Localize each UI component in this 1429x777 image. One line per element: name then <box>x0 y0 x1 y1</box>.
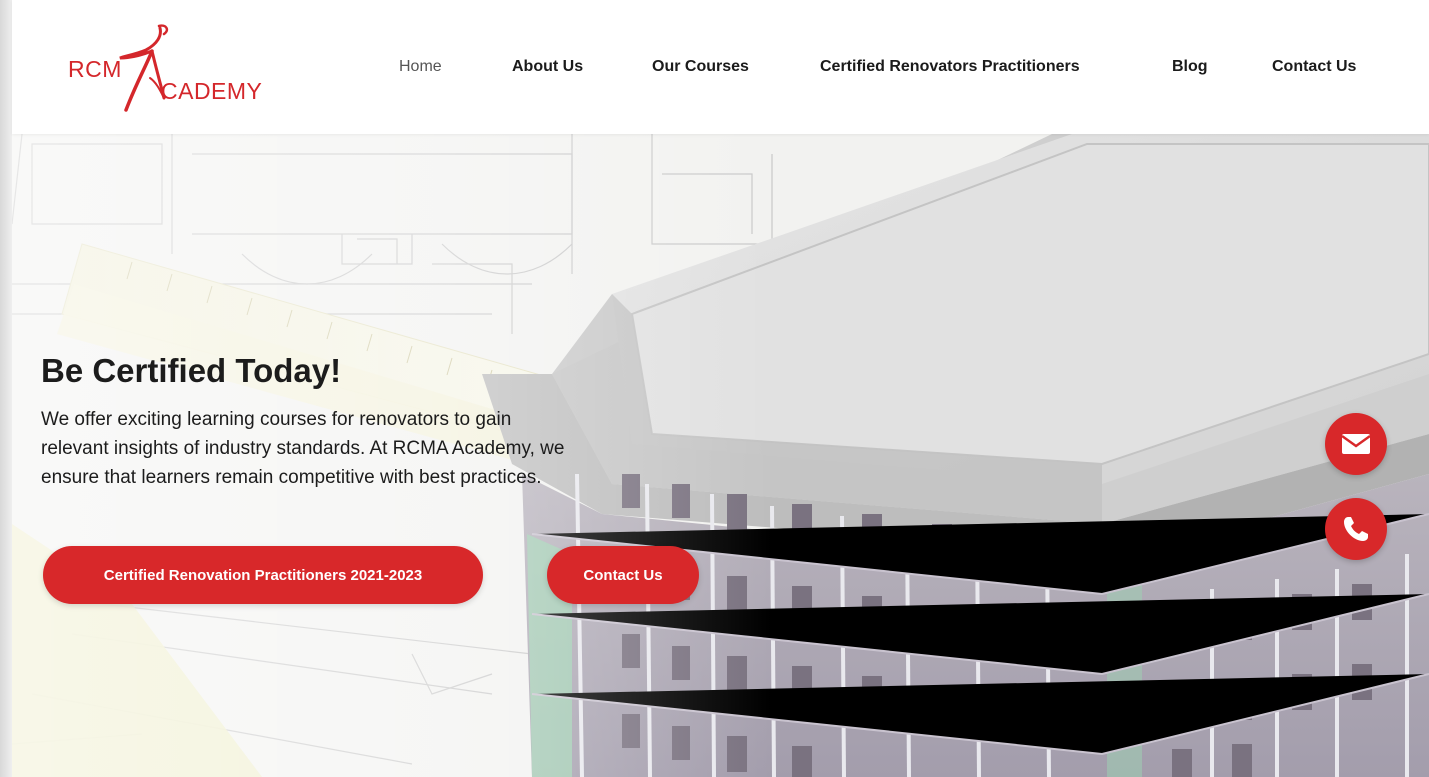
nav-certified-renovators-practitioners[interactable]: Certified Renovators Practitioners <box>820 58 1080 76</box>
hero-description-line: ensure that learners remain competitive … <box>41 467 542 488</box>
nav-blog[interactable]: Blog <box>1172 58 1208 76</box>
nav-contact-us[interactable]: Contact Us <box>1272 58 1356 76</box>
page: RCM CADEMY Home About Us Our Courses Cer… <box>0 0 1429 777</box>
hero-section: Be Certified Today! We offer exciting le… <box>12 134 1429 777</box>
hero-description: We offer exciting learning courses for r… <box>41 405 761 492</box>
nav-home[interactable]: Home <box>399 58 442 76</box>
email-float-button[interactable] <box>1325 413 1387 475</box>
phone-float-button[interactable] <box>1325 498 1387 560</box>
hero-title: Be Certified Today! <box>41 352 342 390</box>
hero-description-line: relevant insights of industry standards.… <box>41 438 565 459</box>
logo-text-rcm: RCM <box>68 56 122 82</box>
phone-icon <box>1344 517 1368 541</box>
nav-about-us[interactable]: About Us <box>512 58 583 76</box>
window-edge <box>0 0 12 777</box>
hero-contact-us-button[interactable]: Contact Us <box>547 546 699 604</box>
logo-text-cademy: CADEMY <box>161 78 263 104</box>
certified-practitioners-button[interactable]: Certified Renovation Practitioners 2021-… <box>43 546 483 604</box>
nav-our-courses[interactable]: Our Courses <box>652 58 749 76</box>
site-header: RCM CADEMY Home About Us Our Courses Cer… <box>12 0 1429 134</box>
site-logo[interactable]: RCM CADEMY <box>64 22 279 117</box>
hero-description-line: We offer exciting learning courses for r… <box>41 409 512 430</box>
envelope-icon <box>1341 434 1371 454</box>
